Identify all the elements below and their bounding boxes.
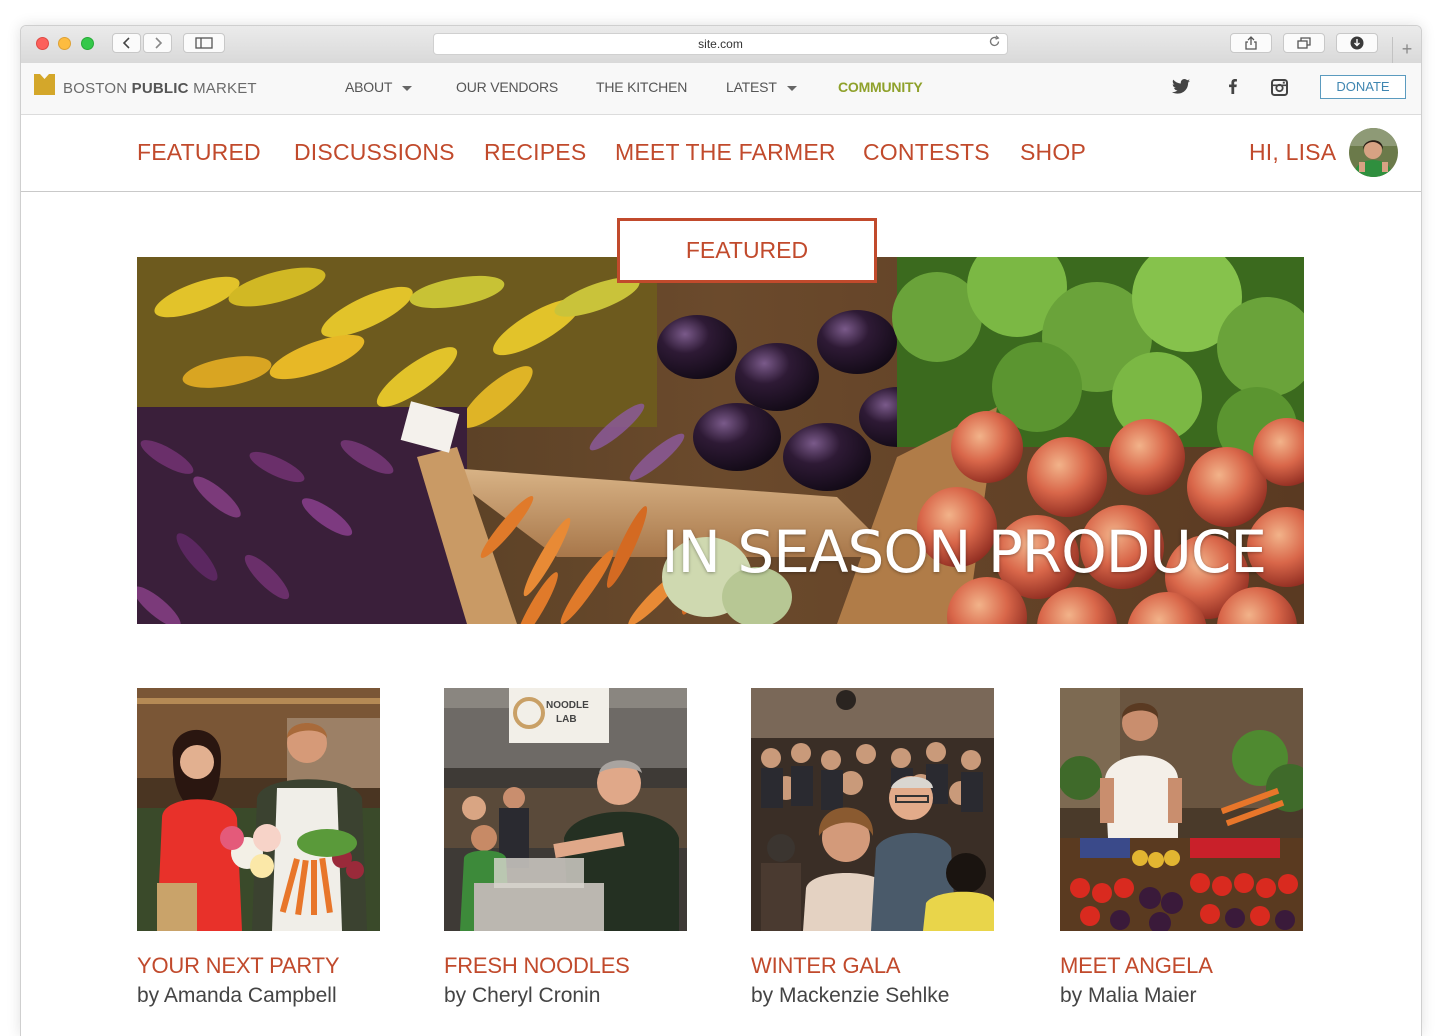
card-title[interactable]: MEET ANGELA [1060,953,1304,979]
forward-button[interactable] [143,33,172,53]
card-title[interactable]: WINTER GALA [751,953,995,979]
brand-word-1: BOSTON [63,80,128,97]
avatar[interactable] [1349,128,1398,177]
user-greeting[interactable]: HI, LISA [1249,139,1336,166]
card-photo [137,688,380,931]
tab-shop[interactable]: SHOP [1020,139,1086,166]
tab-featured[interactable]: FEATURED [137,139,261,166]
share-button[interactable] [1230,33,1272,53]
caret-down-icon [402,85,413,91]
card-author: by Amanda Campbell [137,984,337,1007]
nav-latest[interactable]: LATEST [726,79,797,95]
tabs-overview-button[interactable] [1283,33,1325,53]
donate-button[interactable]: DONATE [1320,75,1406,99]
url-text: site.com [698,37,743,51]
address-bar[interactable]: site.com [433,33,1008,55]
nav-about[interactable]: ABOUT [345,79,413,95]
tab-discussions[interactable]: DISCUSSIONS [294,139,455,166]
site-logo[interactable]: BOSTON PUBLIC MARKET [63,80,257,97]
featured-badge: FEATURED [617,218,877,283]
card-author: by Malia Maier [1060,984,1197,1007]
nav-latest-label: LATEST [726,79,777,95]
new-tab-button[interactable]: + [1392,37,1421,63]
twitter-icon[interactable] [1172,79,1190,99]
sidebar-toggle-button[interactable] [183,33,225,53]
caret-down-icon [786,85,797,91]
download-icon [1350,36,1364,50]
card-photo [1060,688,1303,931]
card-title[interactable]: FRESH NOODLES [444,953,688,979]
chevron-left-icon [122,37,130,49]
market-logo-icon[interactable] [34,74,55,95]
nav-the-kitchen[interactable]: THE KITCHEN [596,79,687,95]
site-header: BOSTON PUBLIC MARKET ABOUT OUR VENDORS T… [21,63,1421,115]
sign-text-noodle: NOODLE [546,700,589,711]
nav-community[interactable]: COMMUNITY [838,79,923,95]
downloads-button[interactable] [1336,33,1378,53]
browser-window: site.com + BOSTON PUBLIC MARKET ABOUT OU [20,25,1422,1036]
nav-about-label: ABOUT [345,79,393,95]
card-fresh-noodles[interactable]: NOODLE LAB FRESH NOODLES by Cheryl Croni… [444,688,688,1008]
card-your-next-party[interactable]: YOUR NEXT PARTY by Amanda Campbell [137,688,381,1008]
card-title[interactable]: YOUR NEXT PARTY [137,953,381,979]
tab-recipes[interactable]: RECIPES [484,139,586,166]
back-button[interactable] [112,33,141,53]
minimize-window-button[interactable] [58,37,71,50]
tab-contests[interactable]: CONTESTS [863,139,990,166]
card-photo [751,688,994,931]
facebook-icon[interactable] [1229,79,1237,99]
hero-title: IN SEASON PRODUCE [661,518,1267,586]
card-meet-angela[interactable]: MEET ANGELA by Malia Maier [1060,688,1304,1008]
community-nav: FEATURED DISCUSSIONS RECIPES MEET THE FA… [21,115,1421,192]
brand-word-3: MARKET [193,80,257,97]
tab-meet-the-farmer[interactable]: MEET THE FARMER [615,139,836,166]
share-icon [1245,36,1257,50]
close-window-button[interactable] [36,37,49,50]
sign-text-lab: LAB [556,714,577,725]
card-author: by Mackenzie Sehlke [751,984,950,1007]
tabs-icon [1297,37,1311,49]
instagram-icon[interactable] [1271,79,1288,101]
chevron-right-icon [154,37,162,49]
card-winter-gala[interactable]: WINTER GALA by Mackenzie Sehlke [751,688,995,1008]
sidebar-icon [195,37,213,49]
reload-icon[interactable] [988,34,1001,54]
nav-our-vendors[interactable]: OUR VENDORS [456,79,558,95]
brand-word-2: PUBLIC [131,80,189,97]
card-photo: NOODLE LAB [444,688,687,931]
card-author: by Cheryl Cronin [444,984,601,1007]
hero-banner[interactable]: IN SEASON PRODUCE [137,257,1304,624]
browser-toolbar: site.com + [21,26,1421,64]
zoom-window-button[interactable] [81,37,94,50]
